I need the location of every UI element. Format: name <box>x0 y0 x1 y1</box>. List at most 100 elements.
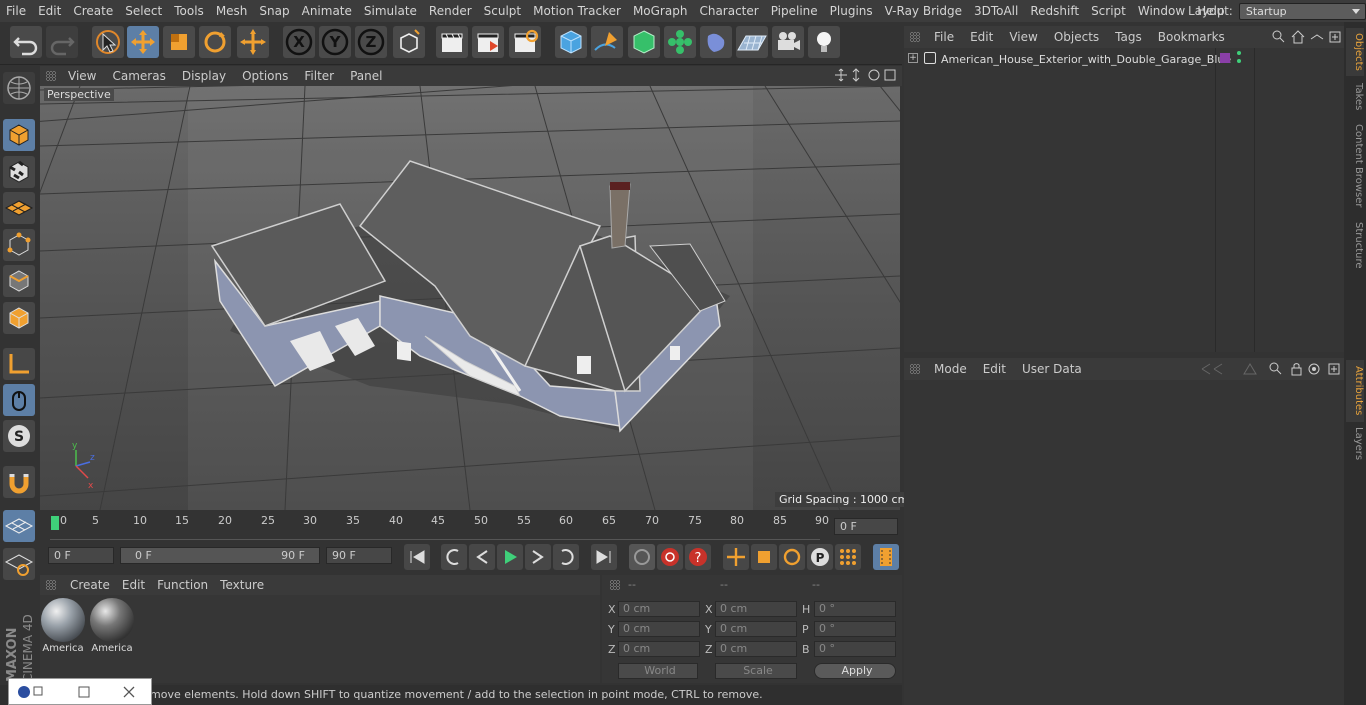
object-menu-objects[interactable]: Objects <box>1046 30 1107 44</box>
record-button[interactable] <box>657 544 683 570</box>
move-tool-button[interactable] <box>127 26 159 58</box>
menu-simulate[interactable]: Simulate <box>358 0 423 22</box>
object-name[interactable]: American_House_Exterior_with_Double_Gara… <box>941 53 1231 66</box>
menu-script[interactable]: Script <box>1085 0 1132 22</box>
locked-workplane-button[interactable] <box>3 548 35 580</box>
menu-plugins[interactable]: Plugins <box>824 0 879 22</box>
menu-mesh[interactable]: Mesh <box>210 0 254 22</box>
viewport-menu-display[interactable]: Display <box>174 69 234 83</box>
menu-create[interactable]: Create <box>67 0 119 22</box>
viewport-menu-view[interactable]: View <box>60 69 104 83</box>
subdivision-button[interactable] <box>628 26 660 58</box>
frame-range-slider[interactable]: 0 F 90 F <box>120 547 320 564</box>
edges-mode-button[interactable] <box>3 265 35 297</box>
live-selection-button[interactable] <box>92 26 124 58</box>
tab-attributes[interactable]: Attributes <box>1346 360 1364 422</box>
solo-mode-button[interactable]: S <box>3 420 35 452</box>
timeline-window-button[interactable] <box>873 544 899 570</box>
key-scale-button[interactable] <box>751 544 777 570</box>
menu-animate[interactable]: Animate <box>296 0 358 22</box>
camera-button[interactable] <box>772 26 804 58</box>
position-y-field[interactable]: 0 cm <box>618 621 700 637</box>
tweak-mode-button[interactable] <box>3 384 35 416</box>
floor-button[interactable] <box>736 26 768 58</box>
motion-record-button[interactable] <box>629 544 655 570</box>
object-menu-bookmarks[interactable]: Bookmarks <box>1150 30 1233 44</box>
close-icon[interactable] <box>123 686 135 698</box>
make-editable-button[interactable] <box>3 72 35 104</box>
attribute-menu-user-data[interactable]: User Data <box>1014 362 1090 376</box>
go-to-end-button[interactable] <box>591 544 617 570</box>
object-menu-file[interactable]: File <box>926 30 962 44</box>
apply-button[interactable]: Apply <box>814 663 896 679</box>
size-x-field[interactable]: 0 cm <box>715 601 797 617</box>
tab-objects[interactable]: Objects <box>1346 28 1364 76</box>
menu-sculpt[interactable]: Sculpt <box>478 0 527 22</box>
menu-pipeline[interactable]: Pipeline <box>765 0 824 22</box>
viewport-menu-panel[interactable]: Panel <box>342 69 390 83</box>
perspective-viewport[interactable]: y z x <box>40 86 900 510</box>
attribute-menu-mode[interactable]: Mode <box>926 362 975 376</box>
key-pla-button[interactable] <box>835 544 861 570</box>
current-frame-field[interactable]: 0 F <box>834 518 898 535</box>
menu-mograph[interactable]: MoGraph <box>627 0 694 22</box>
position-x-field[interactable]: 0 cm <box>618 601 700 617</box>
coordinate-space-dropdown[interactable]: World <box>618 663 698 679</box>
material-menu-texture[interactable]: Texture <box>214 578 270 592</box>
object-manager-tools[interactable] <box>1270 29 1344 45</box>
object-menu-tags[interactable]: Tags <box>1107 30 1150 44</box>
object-row[interactable]: + American_House_Exterior_with_Double_Ga… <box>904 50 1344 70</box>
menu-character[interactable]: Character <box>693 0 764 22</box>
end-frame-field[interactable]: 90 F <box>326 547 392 564</box>
cloner-button[interactable] <box>664 26 696 58</box>
material-swatch[interactable]: America <box>40 597 86 657</box>
pen-spline-button[interactable] <box>591 26 623 58</box>
size-y-field[interactable]: 0 cm <box>715 621 797 637</box>
undo-button[interactable] <box>10 26 42 58</box>
playhead[interactable] <box>51 516 59 530</box>
render-dot-icon[interactable] <box>1237 59 1241 63</box>
start-frame-field[interactable]: 0 F <box>48 547 114 564</box>
material-menu-edit[interactable]: Edit <box>116 578 151 592</box>
material-tag-icon[interactable] <box>1220 53 1230 63</box>
next-keyframe-button[interactable] <box>553 544 579 570</box>
viewport-nav-icons[interactable] <box>834 67 898 83</box>
add-cube-button[interactable] <box>555 26 587 58</box>
viewport-menu-options[interactable]: Options <box>234 69 296 83</box>
timeline-ruler[interactable]: 0 5 10 15 20 25 30 35 40 45 50 55 60 65 … <box>40 512 902 542</box>
scale-tool-button[interactable] <box>163 26 195 58</box>
viewport-menu-cameras[interactable]: Cameras <box>104 69 173 83</box>
visibility-dot-icon[interactable] <box>1237 51 1241 55</box>
key-position-button[interactable] <box>723 544 749 570</box>
key-rotation-button[interactable] <box>779 544 805 570</box>
autokey-button[interactable]: ? <box>685 544 711 570</box>
tab-layers[interactable]: Layers <box>1346 426 1364 462</box>
lock-y-axis-button[interactable]: Y <box>319 26 351 58</box>
workplane-lock-button[interactable] <box>3 510 35 542</box>
menu-file[interactable]: File <box>0 0 32 22</box>
scale-mode-dropdown[interactable]: Scale <box>715 663 797 679</box>
snap-toggle-button[interactable] <box>3 466 35 498</box>
deformer-button[interactable] <box>700 26 732 58</box>
tab-content-browser[interactable]: Content Browser <box>1346 120 1364 212</box>
tab-structure[interactable]: Structure <box>1346 218 1364 272</box>
previous-keyframe-button[interactable] <box>441 544 467 570</box>
lock-x-axis-button[interactable]: X <box>283 26 315 58</box>
maximize-icon[interactable] <box>78 686 90 698</box>
material-swatch[interactable]: America <box>89 597 135 657</box>
rotation-b-field[interactable]: 0 ° <box>814 641 896 657</box>
menu-vray-bridge[interactable]: V-Ray Bridge <box>879 0 968 22</box>
coordinate-system-button[interactable] <box>393 26 425 58</box>
points-mode-button[interactable] <box>3 229 35 261</box>
key-param-button[interactable]: P <box>807 544 833 570</box>
material-menu-function[interactable]: Function <box>151 578 214 592</box>
object-menu-edit[interactable]: Edit <box>962 30 1001 44</box>
render-to-picture-viewer-button[interactable] <box>472 26 504 58</box>
go-to-start-button[interactable] <box>404 544 430 570</box>
rotation-p-field[interactable]: 0 ° <box>814 621 896 637</box>
render-view-button[interactable] <box>436 26 468 58</box>
layout-dropdown[interactable]: Startup <box>1238 2 1366 20</box>
workplane-mode-button[interactable] <box>3 192 35 224</box>
menu-motion-tracker[interactable]: Motion Tracker <box>527 0 627 22</box>
rotate-tool-button[interactable] <box>199 26 231 58</box>
